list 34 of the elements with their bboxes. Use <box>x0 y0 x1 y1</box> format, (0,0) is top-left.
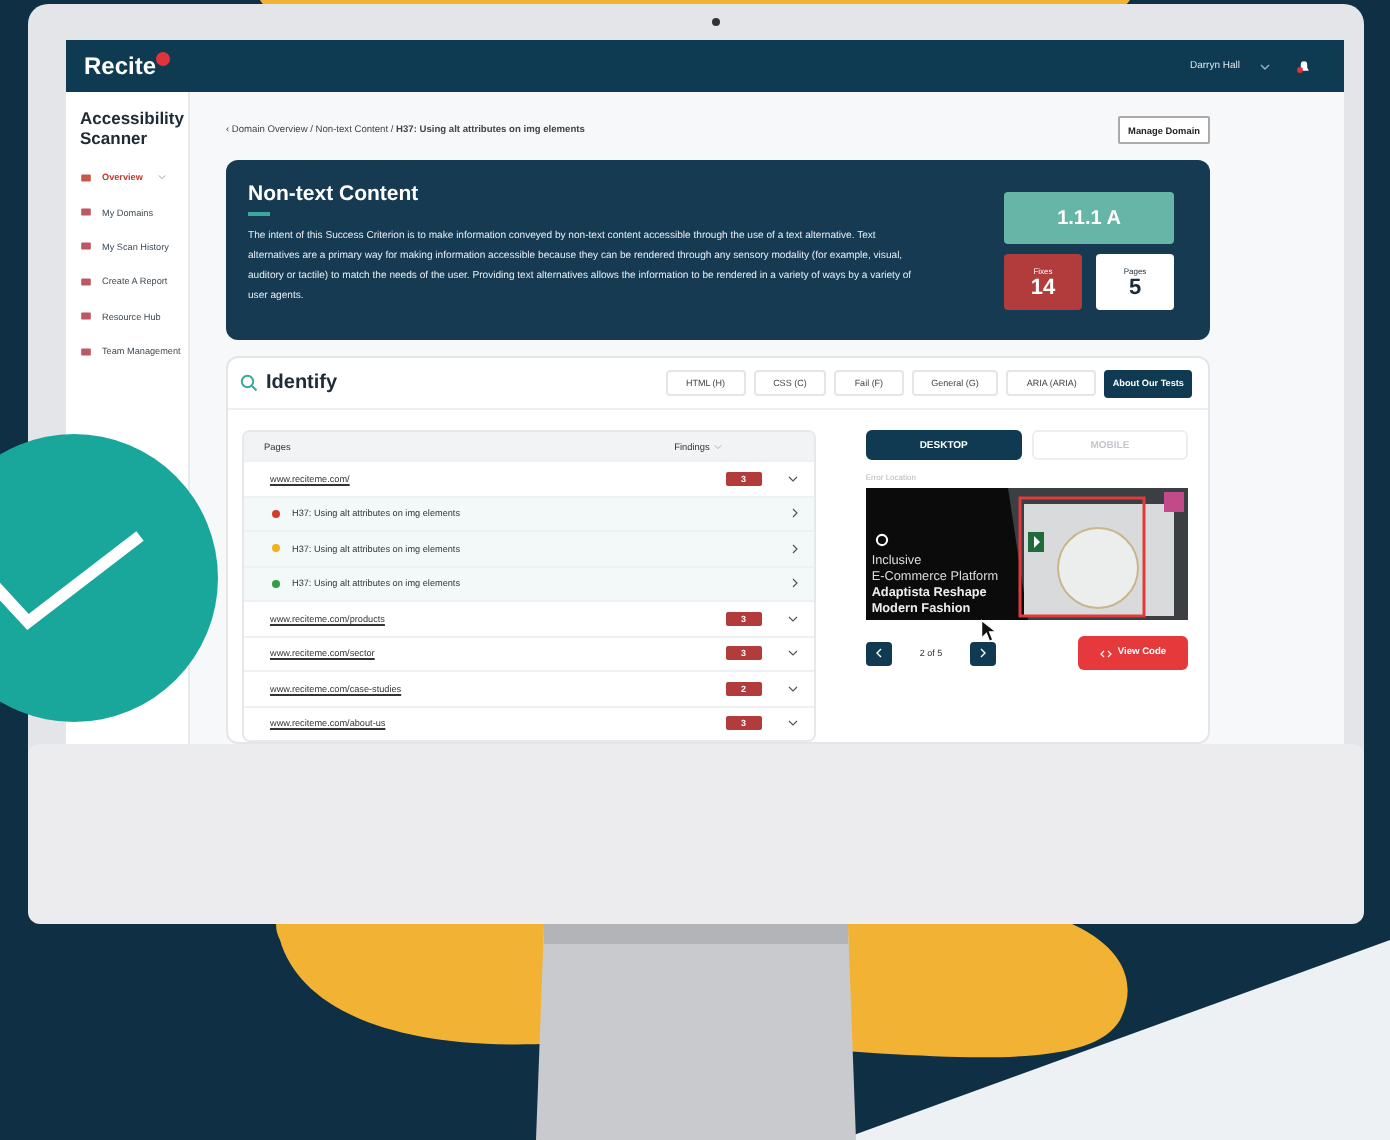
chevron-right-icon <box>980 648 987 658</box>
chevron-down-icon[interactable] <box>787 650 798 657</box>
chevron-down-icon[interactable] <box>787 615 798 622</box>
notification-icon[interactable] <box>1296 58 1312 74</box>
chevron-down-icon[interactable] <box>1260 63 1270 69</box>
status-dot <box>272 579 280 588</box>
stat-value: 5 <box>1128 275 1142 299</box>
chevron-right-icon <box>791 543 798 554</box>
previous-button[interactable] <box>865 641 892 665</box>
chevron-right-icon <box>791 508 798 519</box>
logo[interactable]: Recite <box>84 52 157 80</box>
logo-icon <box>873 532 890 548</box>
status-dot <box>272 509 280 518</box>
stat-value: 14 <box>1030 275 1056 299</box>
menu-item-icon <box>80 240 92 253</box>
menu-item-icon <box>80 345 92 358</box>
badge-icon <box>156 51 171 65</box>
chevron-left-icon <box>875 648 882 658</box>
menu-item-icon <box>80 310 92 323</box>
next-button[interactable] <box>970 641 997 665</box>
chevron-down-icon[interactable] <box>787 475 798 482</box>
level-badge: 1.1.1 A <box>1004 192 1174 244</box>
chevron-down-icon[interactable] <box>787 685 798 692</box>
menu-item-icon <box>80 171 92 184</box>
menu-item-icon <box>80 206 92 219</box>
section-title: Identify <box>266 372 338 394</box>
app-title: Accessibility Scanner <box>80 108 186 148</box>
search-icon <box>240 374 258 392</box>
status-dot <box>272 544 280 553</box>
chevron-right-icon <box>791 578 798 589</box>
menu-item-icon <box>80 275 92 288</box>
chevron-down-icon[interactable] <box>787 720 798 727</box>
code-icon <box>1099 649 1112 657</box>
criterion-title: Non-text Content <box>248 182 421 206</box>
